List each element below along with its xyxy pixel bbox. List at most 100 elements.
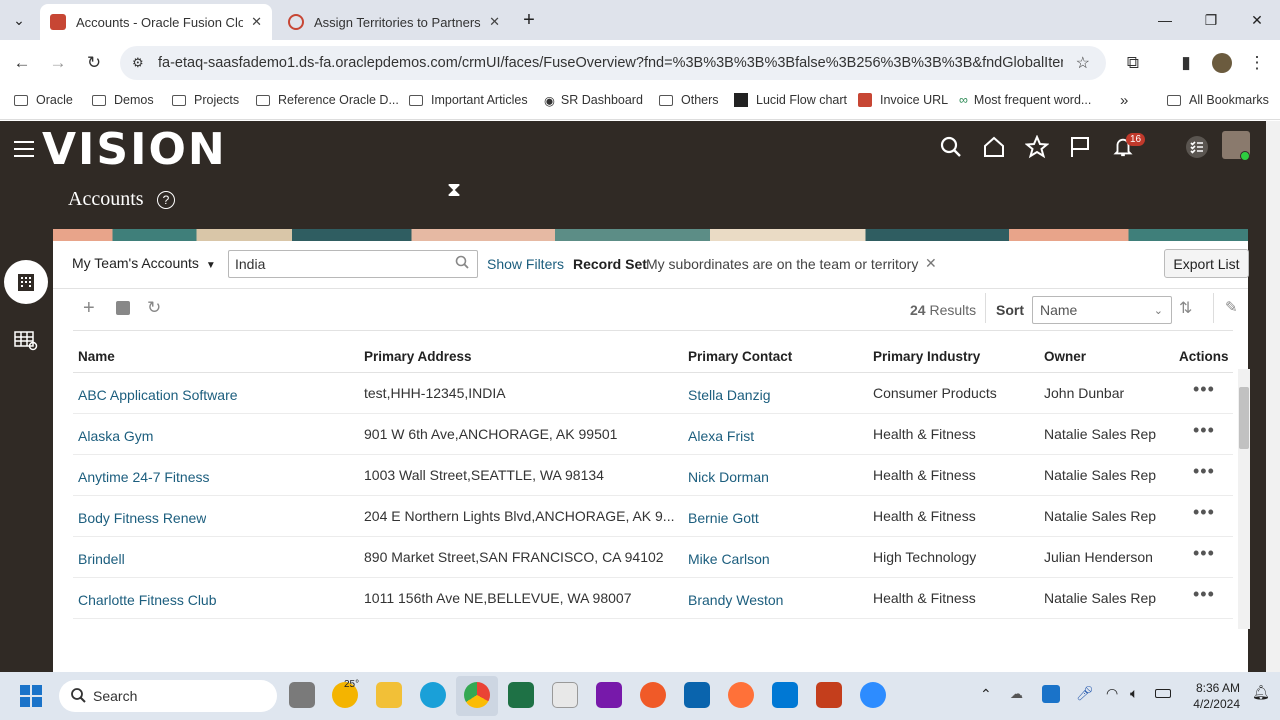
- clear-record-set-icon[interactable]: ✕: [925, 255, 937, 272]
- row-actions-icon[interactable]: •••: [1193, 379, 1215, 400]
- column-header-contact[interactable]: Primary Contact: [688, 349, 792, 364]
- bookmark-most-frequent[interactable]: ∞ Most frequent word...: [959, 86, 1091, 114]
- search-icon[interactable]: [937, 133, 965, 161]
- row-actions-icon[interactable]: •••: [1193, 543, 1215, 564]
- extensions-icon[interactable]: ⧉: [1120, 50, 1146, 76]
- bookmark-sr-dashboard[interactable]: ◉ SR Dashboard: [544, 86, 643, 114]
- column-header-name[interactable]: Name: [78, 349, 115, 364]
- forward-button[interactable]: →: [45, 50, 71, 76]
- bookmark-projects[interactable]: Projects: [172, 86, 239, 114]
- sort-order-icon[interactable]: ⇅: [1179, 298, 1192, 318]
- vscode-icon[interactable]: [772, 682, 798, 708]
- url-bar[interactable]: ⚙ fa-etaq-saasfademo1.ds-fa.oraclepdemos…: [120, 46, 1106, 80]
- saved-search-dropdown[interactable]: My Team's Accounts ▼: [72, 255, 216, 271]
- help-icon[interactable]: ?: [157, 191, 175, 209]
- bookmark-others[interactable]: Others: [659, 86, 719, 114]
- bookmark-star-icon[interactable]: ☆: [1076, 53, 1090, 73]
- onenote-icon[interactable]: [596, 682, 622, 708]
- contact-link[interactable]: Bernie Gott: [688, 510, 759, 526]
- taskbar-clock[interactable]: 8:36 AM 4/2/2024: [1180, 680, 1240, 712]
- new-tab-button[interactable]: +: [514, 0, 544, 40]
- tasks-checklist-icon[interactable]: [1183, 133, 1211, 161]
- snipping-tool-icon[interactable]: [552, 682, 578, 708]
- chrome-icon[interactable]: [464, 682, 490, 708]
- tab-assign-territories[interactable]: Assign Territories to Partners w ✕: [278, 4, 510, 40]
- battery-icon[interactable]: [1155, 689, 1171, 698]
- bookmark-invoice[interactable]: Invoice URL: [858, 86, 948, 114]
- edit-pencil-icon[interactable]: ✎: [1225, 298, 1238, 316]
- save-icon[interactable]: [116, 301, 130, 315]
- column-header-industry[interactable]: Primary Industry: [873, 349, 980, 364]
- close-window-button[interactable]: ✕: [1234, 0, 1280, 40]
- table-scrollbar-thumb[interactable]: [1239, 387, 1249, 449]
- wifi-icon[interactable]: ◠: [1106, 685, 1118, 702]
- profile-avatar[interactable]: [1212, 53, 1232, 73]
- bookmark-lucid[interactable]: Lucid Flow chart: [734, 86, 847, 114]
- minimize-button[interactable]: —: [1142, 0, 1188, 40]
- reload-button[interactable]: ↻: [81, 50, 107, 76]
- contact-link[interactable]: Nick Dorman: [688, 469, 769, 485]
- page-scrollbar[interactable]: [1266, 121, 1280, 672]
- column-header-owner[interactable]: Owner: [1044, 349, 1086, 364]
- row-actions-icon[interactable]: •••: [1193, 584, 1215, 605]
- account-name-link[interactable]: Body Fitness Renew: [78, 510, 206, 526]
- task-view-icon[interactable]: [289, 682, 315, 708]
- file-explorer-icon[interactable]: [376, 682, 402, 708]
- contact-link[interactable]: Alexa Frist: [688, 428, 754, 444]
- powerpoint-icon[interactable]: [816, 682, 842, 708]
- export-list-button[interactable]: Export List: [1164, 249, 1249, 278]
- search-input[interactable]: India: [228, 250, 478, 278]
- watchlist-flag-icon[interactable]: [1066, 133, 1094, 161]
- zoom-icon[interactable]: [860, 682, 886, 708]
- site-info-icon[interactable]: ⚙: [132, 55, 144, 71]
- bookmark-all[interactable]: All Bookmarks: [1167, 86, 1269, 114]
- contact-link[interactable]: Mike Carlson: [688, 551, 770, 567]
- hamburger-menu-icon[interactable]: [14, 141, 34, 162]
- excel-icon[interactable]: [508, 682, 534, 708]
- search-icon[interactable]: [455, 255, 469, 272]
- close-tab-icon[interactable]: ✕: [243, 14, 262, 30]
- row-actions-icon[interactable]: •••: [1193, 461, 1215, 482]
- onedrive-icon[interactable]: ☁: [1010, 686, 1023, 702]
- restore-button[interactable]: ❐: [1188, 0, 1234, 40]
- tab-search-button[interactable]: ⌄: [4, 0, 34, 40]
- contact-link[interactable]: Stella Danzig: [688, 387, 771, 403]
- defender-icon[interactable]: [1042, 685, 1060, 703]
- postman-icon[interactable]: [640, 682, 666, 708]
- outlook-icon[interactable]: [684, 682, 710, 708]
- bookmark-demos[interactable]: Demos: [92, 86, 154, 114]
- back-button[interactable]: ←: [9, 50, 35, 76]
- column-header-address[interactable]: Primary Address: [364, 349, 472, 364]
- accounts-building-icon[interactable]: [4, 260, 48, 304]
- volume-icon[interactable]: 🔈︎: [1130, 685, 1138, 702]
- microphone-icon[interactable]: 🎤︎: [1076, 685, 1094, 702]
- firefox-icon[interactable]: [728, 682, 754, 708]
- favorites-star-icon[interactable]: [1023, 133, 1051, 161]
- account-name-link[interactable]: Anytime 24-7 Fitness: [78, 469, 210, 485]
- add-icon[interactable]: +: [83, 298, 95, 318]
- tray-chevron-up-icon[interactable]: ⌃: [980, 686, 992, 703]
- side-panel-icon[interactable]: ▮: [1173, 50, 1199, 76]
- account-name-link[interactable]: ABC Application Software: [78, 387, 238, 403]
- more-bookmarks-icon[interactable]: »: [1120, 86, 1128, 114]
- tab-accounts[interactable]: Accounts - Oracle Fusion Cloud ✕: [40, 4, 272, 40]
- row-actions-icon[interactable]: •••: [1193, 420, 1215, 441]
- row-actions-icon[interactable]: •••: [1193, 502, 1215, 523]
- windows-start-icon[interactable]: [20, 685, 42, 707]
- account-name-link[interactable]: Alaska Gym: [78, 428, 153, 444]
- close-tab-icon[interactable]: ✕: [481, 14, 500, 30]
- refresh-icon[interactable]: ↻: [147, 298, 161, 318]
- sort-select[interactable]: Name ⌄: [1032, 296, 1172, 324]
- analytics-grid-icon[interactable]: [4, 318, 48, 362]
- bookmark-reference[interactable]: Reference Oracle D...: [256, 86, 399, 114]
- home-icon[interactable]: [980, 133, 1008, 161]
- account-name-link[interactable]: Brindell: [78, 551, 125, 567]
- show-filters-link[interactable]: Show Filters: [487, 256, 564, 272]
- menu-kebab-icon[interactable]: ⋮: [1244, 50, 1270, 76]
- account-name-link[interactable]: Charlotte Fitness Club: [78, 592, 217, 608]
- bookmark-important-articles[interactable]: Important Articles: [409, 86, 528, 114]
- edge-icon[interactable]: [420, 682, 446, 708]
- contact-link[interactable]: Brandy Weston: [688, 592, 783, 608]
- bookmark-oracle[interactable]: Oracle: [14, 86, 73, 114]
- notification-bell-icon[interactable]: 🔔︎: [1252, 684, 1270, 701]
